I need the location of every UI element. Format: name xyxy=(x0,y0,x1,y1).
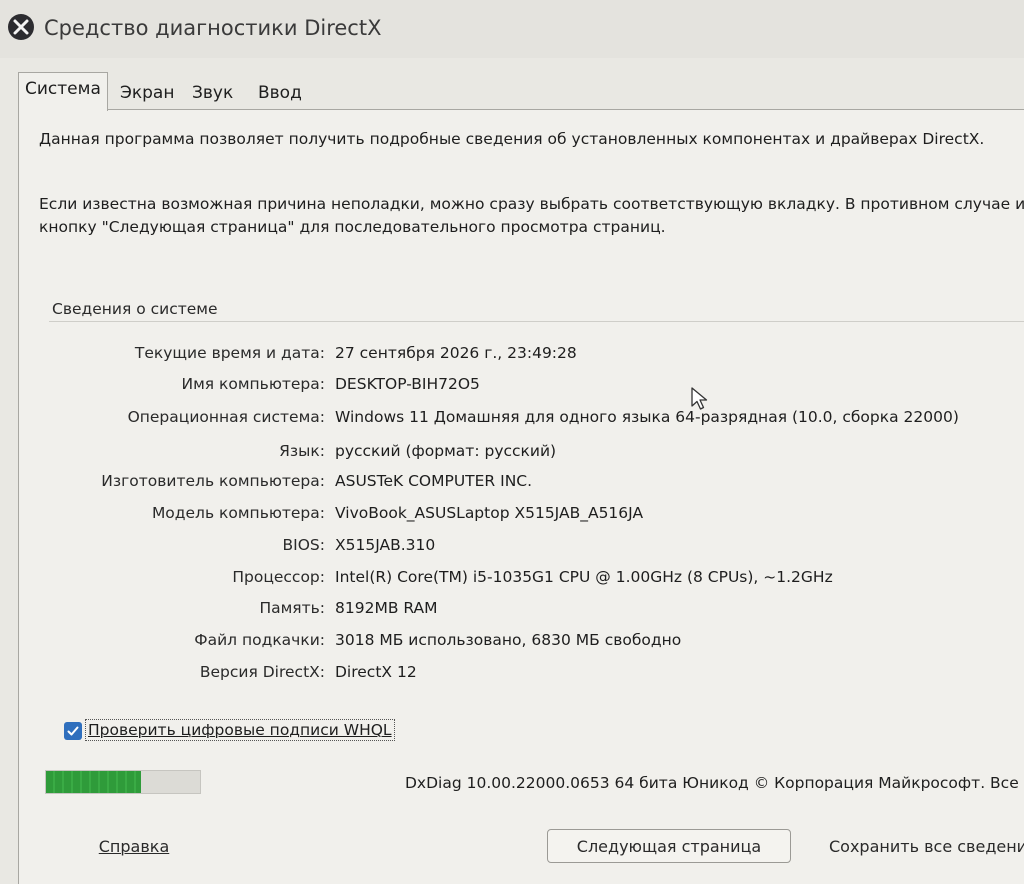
info-label: Файл подкачки: xyxy=(194,631,325,649)
intro-text: Данная программа позволяет получить подр… xyxy=(39,130,985,148)
directx-x-icon xyxy=(8,14,34,40)
hint-text-line1: Если известна возможная причина неполадк… xyxy=(39,195,1024,213)
tab-display[interactable]: Экран xyxy=(114,78,180,108)
info-row-datetime: Текущие время и дата: 27 сентября 2026 г… xyxy=(19,344,1019,368)
help-button[interactable]: Справка xyxy=(79,830,189,864)
info-row-model: Модель компьютера: VivoBook_ASUSLaptop X… xyxy=(19,504,1019,528)
info-label: Процессор: xyxy=(232,568,325,586)
info-value: Intel(R) Core(TM) i5-1035G1 CPU @ 1.00GH… xyxy=(335,568,833,586)
whql-checkbox-label[interactable]: Проверить цифровые подписи WHQL xyxy=(85,719,395,741)
info-label: Текущие время и дата: xyxy=(134,344,325,362)
save-all-info-button[interactable]: Сохранить все сведени xyxy=(811,830,1024,864)
info-value: 3018 МБ использовано, 6830 МБ свободно xyxy=(335,631,682,649)
info-value: X515JAB.310 xyxy=(335,536,436,554)
info-label: Модель компьютера: xyxy=(151,504,325,522)
info-value: DirectX 12 xyxy=(335,663,417,681)
info-row-computer-name: Имя компьютера: DESKTOP-BIH72O5 xyxy=(19,375,1019,399)
info-value: 27 сентября 2026 г., 23:49:28 xyxy=(335,344,577,362)
info-label: Изготовитель компьютера: xyxy=(101,472,325,490)
info-row-memory: Память: 8192MB RAM xyxy=(19,599,1019,623)
tab-system[interactable]: Система xyxy=(18,72,108,111)
info-value: 8192MB RAM xyxy=(335,599,438,617)
whql-checkbox[interactable] xyxy=(64,722,82,740)
info-row-manufacturer: Изготовитель компьютера: ASUSTeK COMPUTE… xyxy=(19,472,1019,496)
info-label: Версия DirectX: xyxy=(199,663,325,681)
progress-bar xyxy=(45,770,201,794)
tab-strip: Система Экран Звук Ввод xyxy=(18,72,1024,111)
info-row-bios: BIOS: X515JAB.310 xyxy=(19,536,1019,560)
group-divider xyxy=(49,321,1024,322)
info-row-processor: Процессор: Intel(R) Core(TM) i5-1035G1 C… xyxy=(19,568,1019,592)
info-row-directx-version: Версия DirectX: DirectX 12 xyxy=(19,663,1019,687)
info-label: Память: xyxy=(259,599,325,617)
info-row-os: Операционная система: Windows 11 Домашня… xyxy=(19,408,1019,432)
window-title: Средство диагностики DirectX xyxy=(44,16,382,40)
info-label: Операционная система: xyxy=(127,408,325,426)
tab-sound[interactable]: Звук xyxy=(186,78,239,108)
info-value: ASUSTeK COMPUTER INC. xyxy=(335,472,533,490)
version-copyright-text: DxDiag 10.00.22000.0653 64 бита Юникод ©… xyxy=(405,774,1024,792)
info-value: русский (формат: русский) xyxy=(335,442,557,460)
info-row-language: Язык: русский (формат: русский) xyxy=(19,442,1019,466)
info-label: BIOS: xyxy=(282,536,325,554)
title-bar[interactable]: Средство диагностики DirectX xyxy=(0,0,1024,58)
next-page-button[interactable]: Следующая страница xyxy=(547,829,791,863)
mouse-pointer-icon xyxy=(690,386,710,416)
hint-text-line2: кнопку "Следующая страница" для последов… xyxy=(39,218,666,236)
info-value: DESKTOP-BIH72O5 xyxy=(335,375,480,393)
dxdiag-window: Средство диагностики DirectX Система Экр… xyxy=(0,0,1024,884)
system-tab-panel: Данная программа позволяет получить подр… xyxy=(18,109,1024,884)
info-row-pagefile: Файл подкачки: 3018 МБ использовано, 683… xyxy=(19,631,1019,655)
info-label: Язык: xyxy=(279,442,325,460)
info-value: VivoBook_ASUSLaptop X515JAB_A516JA xyxy=(335,504,644,522)
progress-fill xyxy=(46,771,142,793)
checkmark-icon xyxy=(67,726,79,736)
info-label: Имя компьютера: xyxy=(181,375,325,393)
tab-input[interactable]: Ввод xyxy=(252,78,308,108)
system-info-group-label: Сведения о системе xyxy=(52,300,218,318)
info-value: Windows 11 Домашняя для одного языка 64-… xyxy=(335,408,959,426)
